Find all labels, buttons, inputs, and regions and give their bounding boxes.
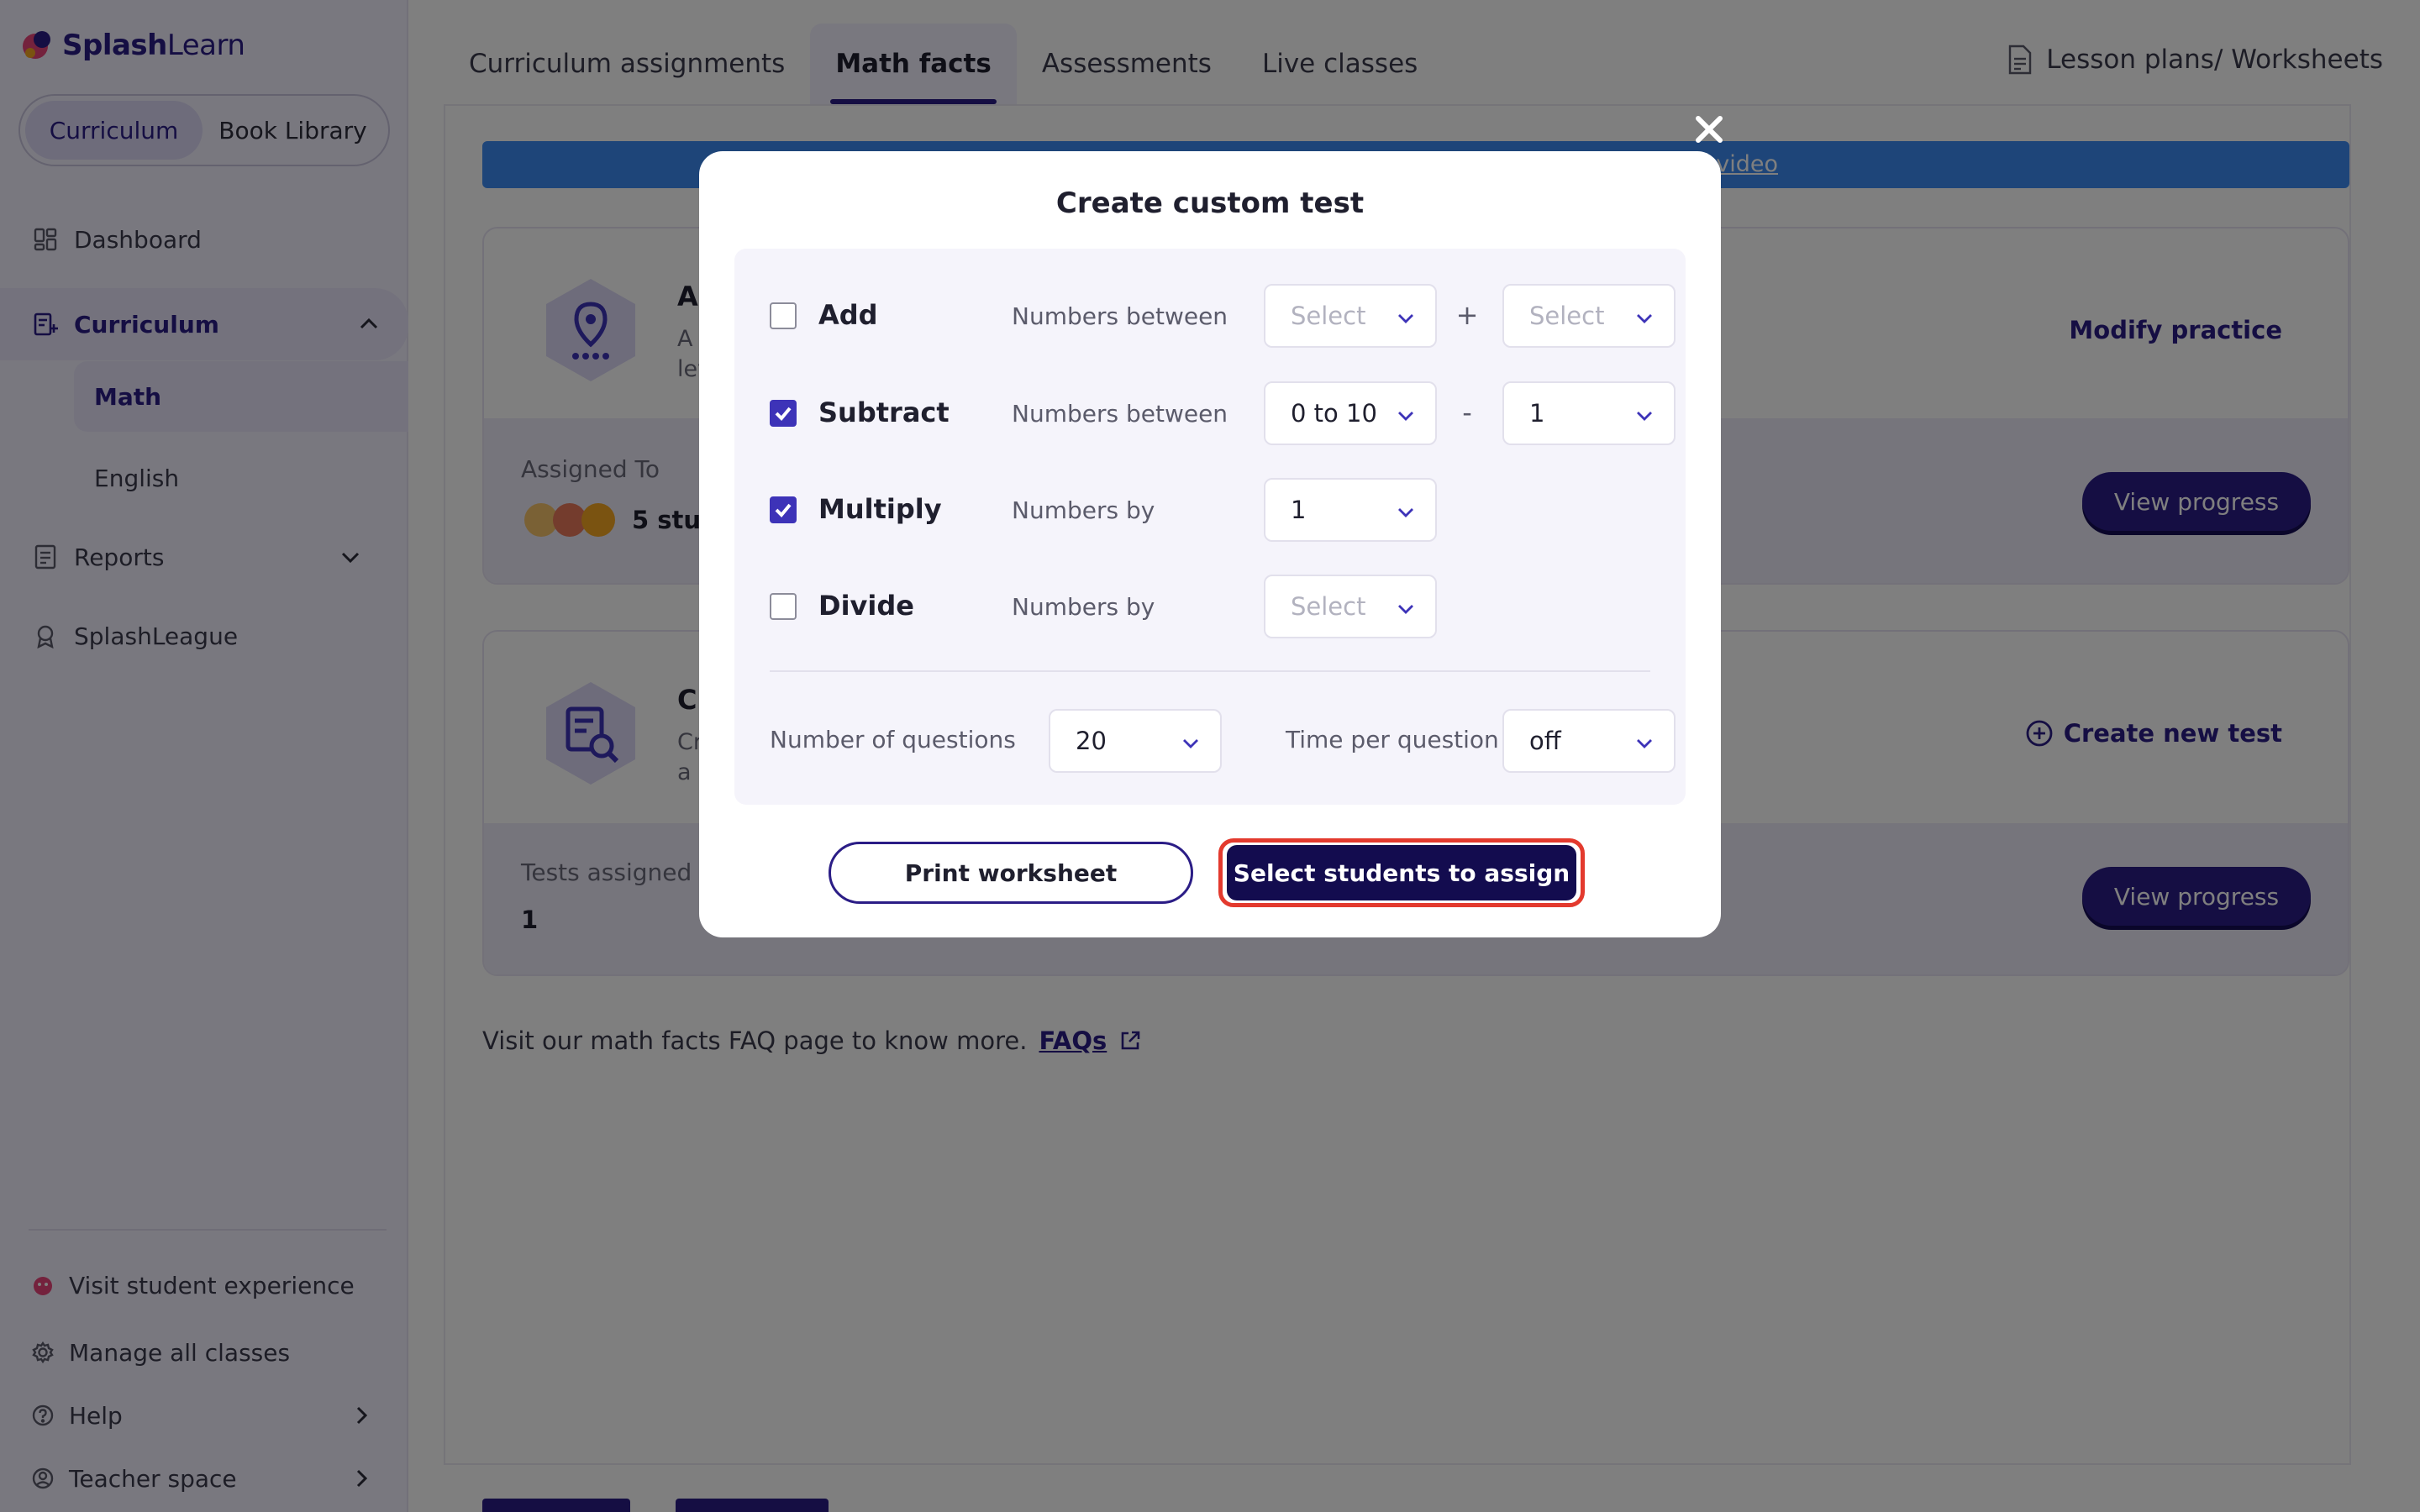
plus-sign: + [1455,299,1479,331]
chevron-down-icon [1637,412,1652,421]
chevron-down-icon [1398,314,1413,323]
subtract-range-select[interactable]: 0 to 10 [1264,381,1437,445]
chevron-down-icon [1637,739,1652,748]
chevron-down-icon [1637,314,1652,323]
num-questions-select[interactable]: 20 [1049,709,1222,773]
operation-row-subtract: Subtract Numbers between 0 to 10 - 1 [734,381,1686,445]
operation-label: Multiply [818,493,942,525]
close-icon[interactable] [1691,111,1728,148]
operation-row-add: Add Numbers between Select + Select [734,284,1686,348]
print-worksheet-button[interactable]: Print worksheet [829,842,1193,904]
minus-sign: - [1462,396,1472,428]
add-range-select[interactable]: Select [1264,284,1437,348]
multiply-checkbox[interactable] [770,496,797,523]
operation-sublabel: Numbers between [1012,400,1228,428]
time-per-question-label: Time per question [1286,726,1499,753]
operations-panel: Add Numbers between Select + Select Subt… [734,249,1686,805]
multiply-by-select[interactable]: 1 [1264,478,1437,542]
subtract-second-select[interactable]: 1 [1502,381,1676,445]
operation-label: Subtract [818,396,950,428]
test-settings-row: Number of questions 20 Time per question… [734,709,1686,773]
chevron-down-icon [1183,739,1198,748]
operation-row-multiply: Multiply Numbers by 1 [734,478,1686,542]
dialog-title: Create custom test [1055,186,1365,220]
num-questions-label: Number of questions [770,726,1016,753]
subtract-checkbox[interactable] [770,400,797,427]
divide-by-select[interactable]: Select [1264,575,1437,638]
time-per-question-select[interactable]: off [1502,709,1676,773]
operation-sublabel: Numbers by [1012,496,1155,524]
operation-label: Divide [818,590,914,622]
select-students-button[interactable]: Select students to assign [1227,845,1576,900]
divide-checkbox[interactable] [770,593,797,620]
add-checkbox[interactable] [770,302,797,329]
operation-sublabel: Numbers between [1012,302,1228,330]
operation-label: Add [818,299,878,331]
chevron-down-icon [1398,605,1413,614]
panel-divider [770,670,1650,672]
chevron-down-icon [1398,412,1413,421]
operation-sublabel: Numbers by [1012,593,1155,621]
chevron-down-icon [1398,508,1413,517]
add-second-select[interactable]: Select [1502,284,1676,348]
create-custom-test-dialog: Create custom test Add Numbers between S… [699,151,1721,937]
operation-row-divide: Divide Numbers by Select [734,575,1686,638]
